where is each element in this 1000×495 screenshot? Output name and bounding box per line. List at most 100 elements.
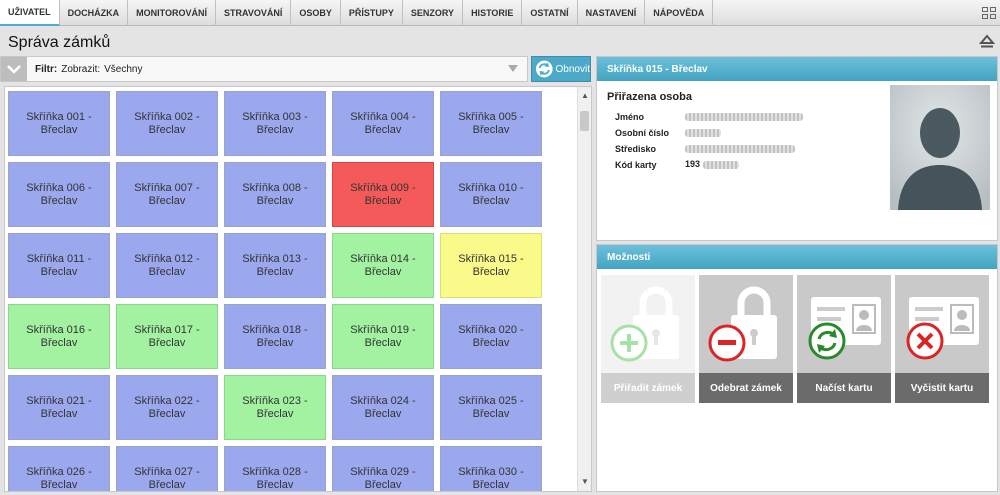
locker-tile[interactable]: Skříňka 016 - Břeclav <box>8 304 110 369</box>
locker-tile-label: Skříňka 014 - Břeclav <box>350 253 415 279</box>
locker-tile[interactable]: Skříňka 023 - Břeclav <box>224 375 326 440</box>
locker-tile[interactable]: Skříňka 026 - Břeclav <box>8 446 110 491</box>
locker-location: Břeclav <box>472 407 510 420</box>
person-photo <box>890 85 990 210</box>
locker-name: Skříňka 027 - <box>134 465 200 478</box>
locker-location: Břeclav <box>40 407 78 420</box>
tab-napoveda[interactable]: NÁPOVĚDA <box>645 0 714 26</box>
tab-nastaveni[interactable]: NASTAVENÍ <box>578 0 646 26</box>
remove-lock-button[interactable]: Odebrat zámek <box>699 275 793 403</box>
locker-name: Skříňka 021 - <box>26 394 92 407</box>
locker-name: Skříňka 007 - <box>134 181 200 194</box>
filter-select-value[interactable]: Všechny <box>104 64 142 75</box>
locker-location: Břeclav <box>148 407 186 420</box>
locker-name: Skříňka 014 - <box>350 252 416 265</box>
locker-tile-label: Skříňka 023 - Břeclav <box>242 395 307 421</box>
locker-tile[interactable]: Skříňka 027 - Břeclav <box>116 446 218 491</box>
locker-tile[interactable]: Skříňka 009 - Břeclav <box>332 162 434 227</box>
filter-toggle-button[interactable] <box>1 57 27 81</box>
page-title: Správa zámků <box>8 34 111 51</box>
locker-tile-label: Skříňka 019 - Břeclav <box>350 324 415 350</box>
scrollbar-thumb[interactable] <box>580 111 589 131</box>
refresh-label: Obnovit <box>555 63 590 75</box>
locker-tile[interactable]: Skříňka 019 - Břeclav <box>332 304 434 369</box>
person-silhouette-icon <box>890 85 990 210</box>
locker-tile[interactable]: Skříňka 006 - Břeclav <box>8 162 110 227</box>
grid-view-icon[interactable] <box>982 7 996 19</box>
locker-name: Skříňka 016 - <box>26 323 92 336</box>
locker-name: Skříňka 025 - <box>458 394 524 407</box>
filter-dropdown-arrow[interactable] <box>503 59 523 79</box>
locker-tile[interactable]: Skříňka 018 - Břeclav <box>224 304 326 369</box>
locker-location: Břeclav <box>256 407 294 420</box>
locker-tile[interactable]: Skříňka 017 - Břeclav <box>116 304 218 369</box>
locker-tile[interactable]: Skříňka 005 - Břeclav <box>440 91 542 156</box>
assigned-person-title: Přiřazena osoba <box>607 91 692 103</box>
refresh-button[interactable]: Obnovit <box>531 56 591 82</box>
tab-pristupy[interactable]: PŘÍSTUPY <box>341 0 403 26</box>
locker-location: Břeclav <box>472 336 510 349</box>
locker-tile[interactable]: Skříňka 020 - Břeclav <box>440 304 542 369</box>
assign-lock-button[interactable]: Přiřadit zámek <box>601 275 695 403</box>
locker-tile[interactable]: Skříňka 001 - Břeclav <box>8 91 110 156</box>
tab-osoby[interactable]: OSOBY <box>291 0 341 26</box>
locker-location: Břeclav <box>256 265 294 278</box>
tab-dochazka[interactable]: DOCHÁZKA <box>60 0 129 26</box>
locker-tile[interactable]: Skříňka 003 - Břeclav <box>224 91 326 156</box>
locker-location: Břeclav <box>148 123 186 136</box>
locker-location: Břeclav <box>472 194 510 207</box>
tab-senzory[interactable]: SENZORY <box>403 0 464 26</box>
tab-uzivatel[interactable]: UŽIVATEL <box>0 0 60 26</box>
locker-name: Skříňka 002 - <box>134 110 200 123</box>
locker-tile[interactable]: Skříňka 022 - Břeclav <box>116 375 218 440</box>
locker-name: Skříňka 003 - <box>242 110 308 123</box>
locker-tile[interactable]: Skříňka 011 - Břeclav <box>8 233 110 298</box>
locker-tile[interactable]: Skříňka 015 - Břeclav <box>440 233 542 298</box>
filter-bar: Filtr: Zobrazit: Všechny <box>0 56 528 82</box>
locker-tile-label: Skříňka 016 - Břeclav <box>26 324 91 350</box>
locker-tile-label: Skříňka 030 - Břeclav <box>458 466 523 492</box>
locker-tile[interactable]: Skříňka 024 - Břeclav <box>332 375 434 440</box>
detail-header: Skříňka 015 - Břeclav <box>597 57 997 81</box>
locker-tile[interactable]: Skříňka 013 - Břeclav <box>224 233 326 298</box>
locker-tile[interactable]: Skříňka 010 - Břeclav <box>440 162 542 227</box>
locker-location: Břeclav <box>472 478 510 491</box>
locker-tile[interactable]: Skříňka 021 - Břeclav <box>8 375 110 440</box>
locker-tile[interactable]: Skříňka 002 - Břeclav <box>116 91 218 156</box>
tab-monitorovani[interactable]: MONITOROVÁNÍ <box>128 0 217 26</box>
personal-number-redacted <box>685 129 721 137</box>
locker-name: Skříňka 028 - <box>242 465 308 478</box>
center-value-redacted <box>685 145 795 153</box>
tab-historie[interactable]: HISTORIE <box>463 0 523 26</box>
scroll-down-icon[interactable]: ▼ <box>580 477 590 487</box>
locker-tile[interactable]: Skříňka 007 - Břeclav <box>116 162 218 227</box>
locker-tile[interactable]: Skříňka 012 - Břeclav <box>116 233 218 298</box>
tab-ostatni[interactable]: OSTATNÍ <box>522 0 578 26</box>
locker-tile-label: Skříňka 024 - Břeclav <box>350 395 415 421</box>
locker-name: Skříňka 005 - <box>458 110 524 123</box>
locker-tile[interactable]: Skříňka 030 - Břeclav <box>440 446 542 492</box>
locker-name: Skříňka 029 - <box>350 465 416 478</box>
locker-name: Skříňka 004 - <box>350 110 416 123</box>
locker-tile[interactable]: Skříňka 014 - Břeclav <box>332 233 434 298</box>
plus-lock-icon <box>601 275 695 373</box>
locker-tile-label: Skříňka 020 - Břeclav <box>458 324 523 350</box>
vertical-scrollbar[interactable]: ▲ ▼ <box>577 87 591 491</box>
locker-location: Břeclav <box>364 123 402 136</box>
locker-tile[interactable]: Skříňka 029 - Břeclav <box>332 446 434 491</box>
read-card-label: Načíst kartu <box>797 373 891 403</box>
locker-name: Skříňka 026 - <box>26 465 92 478</box>
locker-tile[interactable]: Skříňka 028 - Břeclav <box>224 446 326 491</box>
clear-card-button[interactable]: Vyčistit kartu <box>895 275 989 403</box>
locker-name: Skříňka 019 - <box>350 323 416 336</box>
locker-tile[interactable]: Skříňka 008 - Břeclav <box>224 162 326 227</box>
tab-stravovani[interactable]: STRAVOVÁNÍ <box>216 0 292 26</box>
scroll-up-icon[interactable]: ▲ <box>580 91 590 101</box>
name-label: Jméno <box>615 112 645 122</box>
collapse-up-icon[interactable] <box>978 32 996 50</box>
locker-tile[interactable]: Skříňka 025 - Břeclav <box>440 375 542 440</box>
locker-location: Břeclav <box>364 336 402 349</box>
locker-tile[interactable]: Skříňka 004 - Břeclav <box>332 91 434 156</box>
locker-tile-label: Skříňka 021 - Břeclav <box>26 395 91 421</box>
read-card-button[interactable]: Načíst kartu <box>797 275 891 403</box>
